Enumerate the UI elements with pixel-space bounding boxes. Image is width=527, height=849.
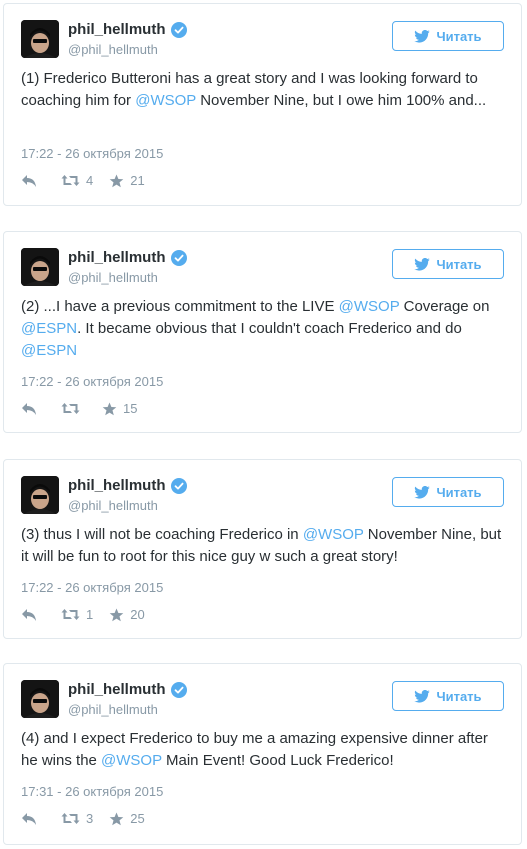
verified-badge-icon [170,21,187,38]
star-icon [102,402,117,415]
tweet-actions: 4 21 [21,173,145,188]
reply-button[interactable] [21,174,37,188]
display-name[interactable]: phil_hellmuth [68,21,166,38]
tweet-text: (4) and I expect Frederico to buy me a a… [21,728,507,772]
verified-badge-icon [170,681,187,698]
tweet-text: (1) Frederico Butteroni has a great stor… [21,68,507,112]
tweet-card: phil_hellmuth @phil_hellmuth Читать (1) … [3,3,522,206]
retweet-count: 3 [86,811,94,826]
favorite-button[interactable]: 21 [109,173,145,188]
mention-link[interactable]: @WSOP [303,526,364,543]
tweet-actions: 3 25 [21,811,145,826]
retweet-button[interactable]: 4 [61,173,93,188]
retweet-icon [61,175,80,186]
tweet-text-segment: . It became obvious that I couldn't coac… [77,320,462,337]
retweet-count: 4 [86,173,94,188]
follow-button[interactable]: Читать [392,249,504,279]
tweet-timestamp[interactable]: 17:31 - 26 октября 2015 [21,784,163,799]
tweet-text: (3) thus I will not be coaching Frederic… [21,524,507,568]
twitter-bird-icon [414,689,431,703]
tweet-text-segment: (2) ...I have a previous commitment to t… [21,298,339,315]
tweet-timestamp[interactable]: 17:22 - 26 октября 2015 [21,580,163,595]
mention-link[interactable]: @ESPN [21,342,77,359]
avatar[interactable] [21,476,59,514]
reply-button[interactable] [21,812,37,826]
retweet-icon [61,813,80,824]
follow-button[interactable]: Читать [392,681,504,711]
tweet-text-segment: November Nine, but I owe him 100% and... [196,92,487,109]
reply-button[interactable] [21,608,37,622]
verified-badge-icon [170,477,187,494]
tweet-actions: 1 20 [21,607,145,622]
twitter-bird-icon [414,29,431,43]
mention-link[interactable]: @WSOP [135,92,196,109]
star-icon [109,174,124,187]
verified-badge-icon [170,249,187,266]
display-name[interactable]: phil_hellmuth [68,249,166,266]
user-handle[interactable]: @phil_hellmuth [68,498,158,513]
reply-button[interactable] [21,402,37,416]
tweet-card: phil_hellmuth @phil_hellmuth Читать (4) … [3,663,522,845]
tweet-actions: 15 [21,401,137,416]
author-name-row: phil_hellmuth [68,681,187,698]
tweet-text-segment: (3) thus I will not be coaching Frederic… [21,526,303,543]
avatar[interactable] [21,248,59,286]
display-name[interactable]: phil_hellmuth [68,681,166,698]
author-name-row: phil_hellmuth [68,477,187,494]
reply-icon [22,608,36,621]
author-name-row: phil_hellmuth [68,21,187,38]
tweet-timestamp[interactable]: 17:22 - 26 октября 2015 [21,146,163,161]
avatar[interactable] [21,20,59,58]
twitter-bird-icon [414,257,431,271]
star-icon [109,812,124,825]
favorite-count: 15 [123,401,138,416]
retweet-button[interactable]: 3 [61,811,93,826]
author-name-row: phil_hellmuth [68,249,187,266]
follow-button-label: Читать [436,484,482,500]
avatar[interactable] [21,680,59,718]
tweet-text-segment: Main Event! Good Luck Frederico! [161,752,394,769]
favorite-button[interactable]: 25 [109,811,145,826]
user-handle[interactable]: @phil_hellmuth [68,42,158,57]
mention-link[interactable]: @WSOP [101,752,162,769]
mention-link[interactable]: @ESPN [21,320,77,337]
tweet-card: phil_hellmuth @phil_hellmuth Читать (2) … [3,231,522,433]
retweet-icon [61,403,80,414]
favorite-button[interactable]: 15 [102,401,137,416]
display-name[interactable]: phil_hellmuth [68,477,166,494]
mention-link[interactable]: @WSOP [339,298,400,315]
favorite-count: 25 [130,811,145,826]
star-icon [109,608,124,621]
retweet-icon [61,609,80,620]
reply-icon [22,812,36,825]
follow-button[interactable]: Читать [392,477,504,507]
follow-button-label: Читать [436,28,482,44]
retweet-button[interactable] [61,402,86,415]
tweet-card: phil_hellmuth @phil_hellmuth Читать (3) … [3,459,522,639]
follow-button-label: Читать [436,256,482,272]
follow-button[interactable]: Читать [392,21,504,51]
twitter-bird-icon [414,485,431,499]
reply-icon [22,174,36,187]
tweet-text-segment: Coverage on [399,298,490,315]
retweet-count: 1 [86,607,94,622]
reply-icon [22,402,36,415]
retweet-button[interactable]: 1 [61,607,93,622]
tweet-text: (2) ...I have a previous commitment to t… [21,296,507,362]
follow-button-label: Читать [436,688,482,704]
favorite-button[interactable]: 20 [109,607,145,622]
user-handle[interactable]: @phil_hellmuth [68,270,158,285]
favorite-count: 20 [130,607,145,622]
tweet-timestamp[interactable]: 17:22 - 26 октября 2015 [21,374,163,389]
user-handle[interactable]: @phil_hellmuth [68,702,158,717]
favorite-count: 21 [130,173,145,188]
